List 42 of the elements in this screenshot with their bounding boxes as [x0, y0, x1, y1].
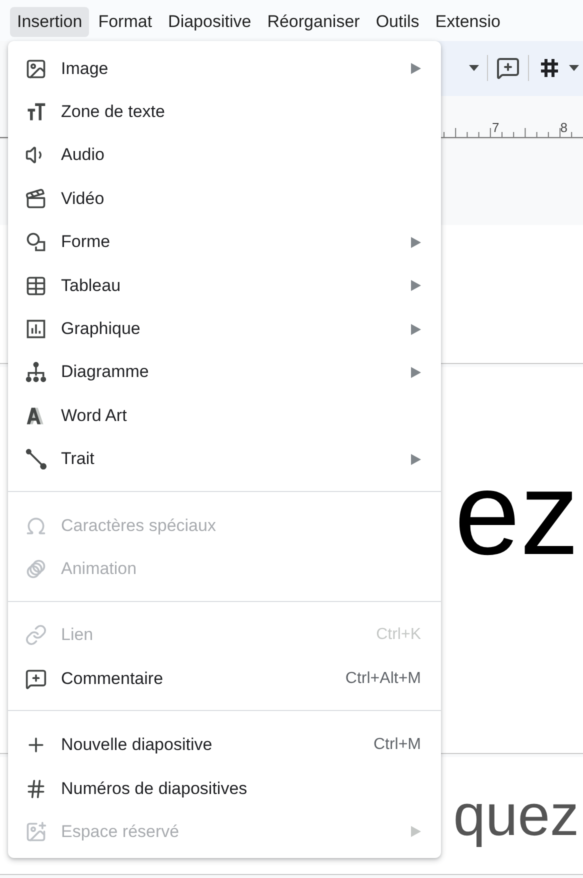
ruler-number: 8 — [560, 120, 568, 135]
menu-item[interactable]: Graphique — [8, 307, 441, 351]
menu-bar-item[interactable]: Extensio — [428, 7, 508, 38]
menu-item[interactable]: Nouvelle diapositive Ctrl+M — [8, 723, 441, 767]
menu-bar-item[interactable]: Outils — [368, 7, 426, 38]
shortcut-text: Ctrl+Alt+M — [345, 670, 421, 688]
menu-bar-item[interactable]: Format — [91, 7, 160, 38]
clapperboard-icon — [25, 188, 47, 210]
hierarchy-icon — [25, 361, 47, 384]
shapes-icon — [25, 231, 47, 254]
menu-item[interactable]: Word Art — [8, 394, 441, 438]
slide-text: ez — [454, 455, 580, 574]
shortcut-text: Ctrl+M — [373, 736, 421, 754]
menu-item[interactable]: Commentaire Ctrl+Alt+M — [8, 657, 441, 700]
circles-icon — [25, 558, 47, 580]
line-icon — [25, 448, 47, 470]
caret-icon[interactable] — [569, 65, 579, 72]
menu-item[interactable]: Numéros de diapositives — [8, 766, 441, 810]
menu-item[interactable]: Trait — [8, 438, 441, 481]
link-icon — [25, 624, 47, 646]
bar-chart-icon — [25, 318, 47, 340]
table-icon — [25, 274, 47, 297]
menu-bar-item[interactable]: Insertion — [10, 7, 90, 38]
text-size-icon — [25, 101, 47, 124]
comment-add-icon — [25, 668, 47, 690]
ruler-number: 7 — [492, 120, 500, 135]
menu-item[interactable]: Tableau — [8, 264, 441, 308]
menu-item[interactable]: Image — [8, 47, 441, 90]
menu-item[interactable]: Forme — [8, 220, 441, 264]
comment-add-icon[interactable] — [496, 56, 520, 80]
hash-icon — [25, 778, 47, 800]
menu-bar-item[interactable]: Diapositive — [161, 7, 258, 38]
image-icon — [25, 58, 47, 80]
menu-item[interactable]: Vidéo — [8, 177, 441, 221]
slide-text: quez — [453, 787, 580, 846]
shortcut-text: Ctrl+K — [376, 626, 421, 644]
menu-item[interactable]: Diagramme — [8, 350, 441, 394]
caret-icon[interactable] — [469, 65, 479, 72]
menu-item[interactable]: Zone de texte — [8, 90, 441, 134]
image-add-icon — [25, 820, 47, 843]
menu-bar-item[interactable]: Réorganiser — [260, 7, 367, 38]
menu-item[interactable]: Audio — [8, 134, 441, 178]
